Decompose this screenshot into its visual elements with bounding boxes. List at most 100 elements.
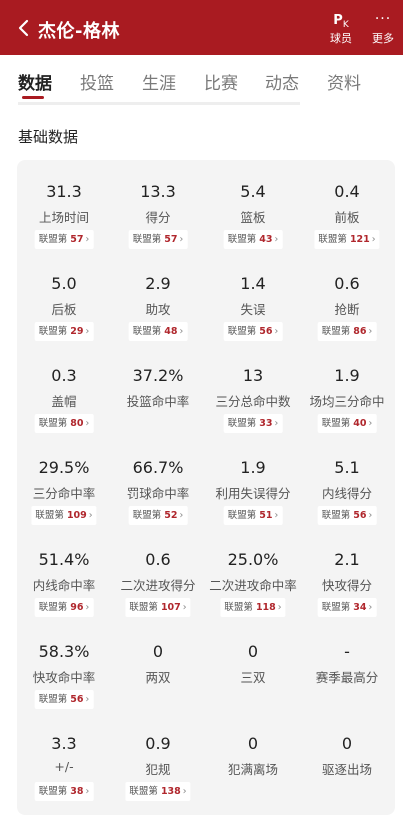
- league-rank-badge[interactable]: 联盟第 80 ›: [34, 414, 94, 433]
- tab-divider: [18, 102, 300, 105]
- rank-number: 121: [349, 234, 370, 245]
- rank-number: 51: [259, 510, 273, 521]
- league-rank-badge[interactable]: 联盟第 56 ›: [223, 322, 283, 341]
- rank-prefix: 联盟第: [38, 418, 68, 429]
- stat-value: 37.2%: [132, 366, 184, 385]
- stat-cell: 1.9 场均三分命中 联盟第 40 ›: [300, 344, 394, 434]
- league-rank-badge[interactable]: 联盟第 33 ›: [223, 414, 283, 433]
- league-rank-badge[interactable]: 联盟第 96 ›: [34, 598, 94, 617]
- more-button[interactable]: ··· 更多: [368, 12, 398, 46]
- chevron-right-icon: ›: [368, 418, 373, 429]
- chevron-right-icon: ›: [274, 510, 279, 521]
- stat-cell: 29.5% 三分命中率 联盟第 109 ›: [17, 436, 111, 526]
- rank-prefix: 联盟第: [129, 602, 158, 613]
- tab-shooting[interactable]: 投篮: [80, 69, 114, 94]
- chevron-left-icon[interactable]: [14, 18, 34, 38]
- rank-number: 109: [66, 510, 87, 521]
- league-rank-badge[interactable]: 联盟第 56 ›: [34, 690, 94, 709]
- player-name-title: 杰伦-格林: [38, 21, 120, 42]
- stat-label: 内线得分: [321, 486, 372, 501]
- rank-number: 80: [70, 418, 84, 429]
- stat-label: 利用失误得分: [215, 486, 291, 501]
- chevron-right-icon: ›: [182, 602, 187, 613]
- tab-profile[interactable]: 资料: [327, 69, 361, 94]
- stat-label: 后板: [51, 302, 77, 317]
- stat-value: 25.0%: [227, 550, 279, 569]
- league-rank-badge[interactable]: 联盟第 86 ›: [317, 322, 377, 341]
- rank-prefix: 联盟第: [38, 326, 68, 337]
- league-rank-badge[interactable]: 联盟第 118 ›: [220, 598, 286, 617]
- league-rank-badge[interactable]: 联盟第 51 ›: [223, 506, 283, 525]
- league-rank-badge[interactable]: 联盟第 107 ›: [125, 598, 191, 617]
- stat-label: 三分命中率: [32, 486, 96, 501]
- league-rank-badge[interactable]: 联盟第 52 ›: [128, 506, 188, 525]
- league-rank-badge[interactable]: 联盟第 29 ›: [34, 322, 94, 341]
- rank-number: 40: [353, 418, 367, 429]
- stat-cell: 0 犯满离场: [206, 712, 300, 802]
- league-rank-badge[interactable]: 联盟第 40 ›: [317, 414, 377, 433]
- league-rank-badge[interactable]: 联盟第 38 ›: [34, 782, 94, 801]
- stat-value: 1.9: [240, 458, 266, 477]
- pk-label: 球员: [330, 32, 352, 45]
- pk-button[interactable]: PK 球员: [326, 12, 356, 46]
- stat-value: 0.9: [145, 734, 171, 753]
- stat-label: 两双: [145, 670, 171, 685]
- pk-icon: PK: [333, 13, 349, 30]
- tab-career[interactable]: 生涯: [142, 69, 176, 94]
- section-title: 基础数据: [18, 128, 79, 146]
- league-rank-badge[interactable]: 联盟第 57 ›: [128, 230, 188, 249]
- rank-prefix: 联盟第: [132, 326, 162, 337]
- league-rank-badge[interactable]: 联盟第 56 ›: [317, 506, 377, 525]
- more-dots-icon: ···: [374, 11, 392, 27]
- stat-value: 2.1: [334, 550, 360, 569]
- rank-number: 96: [70, 602, 84, 613]
- tab-games[interactable]: 比赛: [204, 69, 238, 94]
- stat-label: 三分总命中数: [215, 394, 291, 409]
- stat-label: 快攻命中率: [32, 670, 96, 685]
- league-rank-badge[interactable]: 联盟第 138 ›: [125, 782, 191, 801]
- league-rank-badge[interactable]: 联盟第 121 ›: [314, 230, 380, 249]
- rank-number: 138: [160, 786, 181, 797]
- tab-data[interactable]: 数据: [18, 69, 52, 94]
- stat-label: 抢断: [334, 302, 360, 317]
- rank-prefix: 联盟第: [321, 602, 351, 613]
- league-rank-badge[interactable]: 联盟第 34 ›: [317, 598, 377, 617]
- stat-label: 前板: [334, 210, 360, 225]
- tab-news[interactable]: 动态: [265, 69, 299, 94]
- stat-cell: 37.2% 投篮命中率: [111, 344, 205, 434]
- stat-cell: 58.3% 快攻命中率 联盟第 56 ›: [17, 620, 111, 710]
- chevron-right-icon: ›: [368, 602, 373, 613]
- league-rank-badge[interactable]: 联盟第 57 ›: [34, 230, 94, 249]
- tab-bar: 数据 投篮 生涯 比赛 动态 资料: [0, 55, 403, 105]
- chevron-right-icon: ›: [179, 510, 184, 521]
- chevron-right-icon: ›: [85, 602, 90, 613]
- rank-prefix: 联盟第: [321, 326, 351, 337]
- stat-value: 1.4: [240, 274, 266, 293]
- chevron-right-icon: ›: [179, 234, 184, 245]
- stat-value: 5.4: [240, 182, 266, 201]
- stat-value: 5.0: [51, 274, 77, 293]
- stat-cell: 13 三分总命中数 联盟第 33 ›: [206, 344, 300, 434]
- stat-cell: 5.1 内线得分 联盟第 56 ›: [300, 436, 394, 526]
- stat-label: +/-: [54, 759, 74, 774]
- rank-number: 56: [353, 510, 367, 521]
- stat-cell: 51.4% 内线命中率 联盟第 96 ›: [17, 528, 111, 618]
- league-rank-badge[interactable]: 联盟第 109 ›: [31, 506, 97, 525]
- chevron-right-icon: ›: [85, 694, 90, 705]
- stat-cell: 0 两双: [111, 620, 205, 710]
- rank-number: 38: [70, 786, 84, 797]
- league-rank-badge[interactable]: 联盟第 43 ›: [223, 230, 283, 249]
- rank-prefix: 联盟第: [227, 326, 257, 337]
- stat-cell: 1.4 失误联盟第 56 ›: [206, 252, 300, 342]
- chevron-right-icon: ›: [277, 602, 282, 613]
- chevron-right-icon: ›: [274, 234, 279, 245]
- stat-value: 0: [247, 642, 259, 661]
- stat-cell: 31.3 上场时间 联盟第 57 ›: [17, 160, 111, 250]
- stat-value: 0: [341, 734, 353, 753]
- rank-prefix: 联盟第: [129, 786, 158, 797]
- stat-cell: 0.3 盖帽 联盟第 80 ›: [17, 344, 111, 434]
- stat-label: 失误: [240, 302, 266, 317]
- league-rank-badge[interactable]: 联盟第 48 ›: [128, 322, 188, 341]
- stat-label: 犯满离场: [227, 762, 278, 777]
- stat-label: 上场时间: [38, 210, 89, 225]
